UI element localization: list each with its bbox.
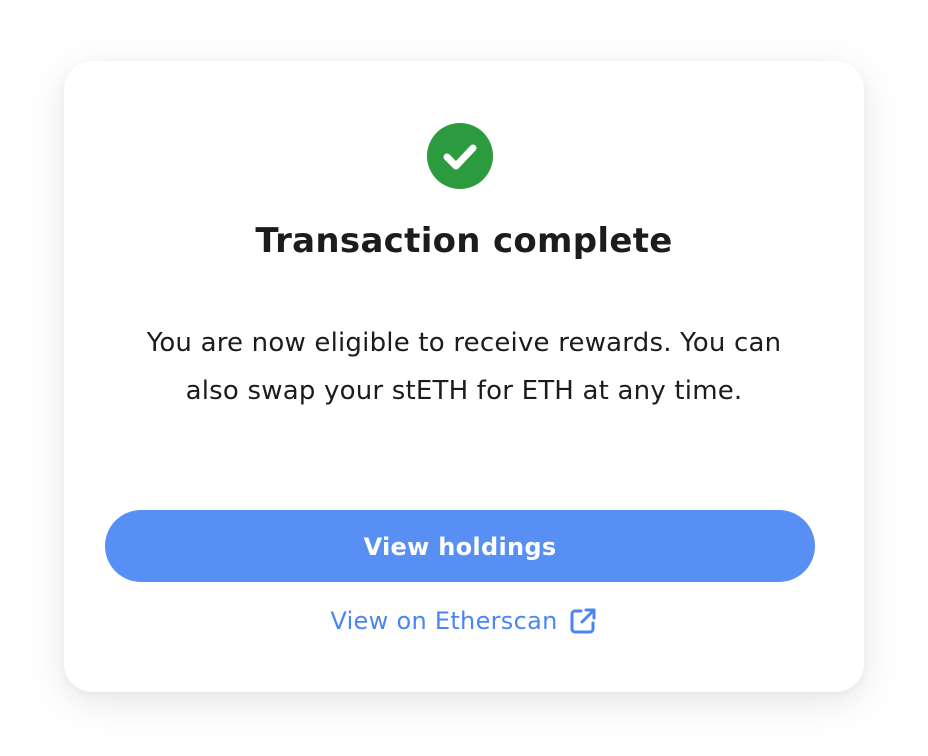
external-link-icon [568, 606, 598, 636]
check-circle-icon [427, 123, 493, 189]
dialog-title: Transaction complete [255, 221, 673, 261]
dialog-message: You are now eligible to receive rewards.… [146, 328, 782, 406]
view-holdings-button[interactable]: View holdings [105, 510, 815, 582]
page-background: Transaction complete You are now eligibl… [0, 0, 928, 756]
transaction-complete-dialog: Transaction complete You are now eligibl… [64, 61, 864, 692]
view-on-etherscan-link[interactable]: View on Etherscan [64, 599, 864, 643]
view-on-etherscan-label: View on Etherscan [330, 607, 558, 635]
